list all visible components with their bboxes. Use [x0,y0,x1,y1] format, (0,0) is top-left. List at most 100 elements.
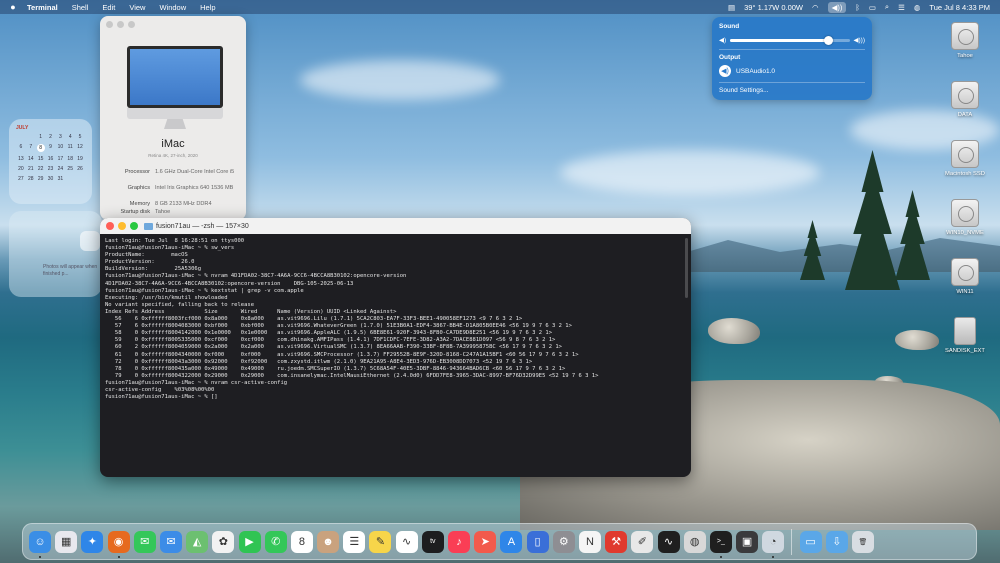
contacts-icon[interactable]: ☻ [317,530,340,553]
menu-view[interactable]: View [122,3,152,12]
terminal-line: Executing: /usr/bin/kmutil showloaded [105,294,228,301]
terminal-icon[interactable]: >_ [709,530,732,558]
menu-edit[interactable]: Edit [95,3,122,12]
terminal-line: fusion71au@fusion71aus-iMac ~ % nvram 4D… [105,273,407,280]
spec-processor: Processor 1.6 GHz Dual-Core Intel Core i5 [124,169,235,175]
close-button[interactable] [106,21,113,28]
imac-chin [127,108,223,119]
reminders-icon[interactable]: ☰ [343,530,366,553]
output-device-row[interactable]: ◀) USBAudio1.0 [719,65,865,77]
volume-slider-row: ◀) ◀))) [719,35,866,45]
calendar-day: 16 [47,156,54,162]
drive-label: WIN10_NVME [946,230,984,236]
appstore-icon[interactable]: A [500,530,523,553]
calendar-day: 4 [68,134,72,140]
hard-drive-icon [951,199,979,227]
minimize-button[interactable] [118,222,126,230]
drive-macintosh-ssd[interactable]: Macintosh SSD [935,140,995,177]
sensor-readout[interactable]: 39° 1.17W 0.00W [744,3,803,12]
news-icon[interactable]: ➤ [474,530,497,553]
firefox-icon[interactable]: ◉ [107,530,130,558]
notes-icon[interactable]: ✎ [369,530,392,553]
calendar-day [26,134,36,140]
calendar-day: 26 [77,166,83,172]
drive-data[interactable]: DATA [935,81,995,118]
terminal-line: fusion71au@fusion71aus-iMac ~ % sw_vers [105,245,235,252]
calendar-widget[interactable]: JULY 1 2 3 4 5 6 7 8 9 10 11 12 13 14 15 16 17 18 19 20 21 22… [9,119,92,204]
clock[interactable]: Tue Jul 8 4:33 PM [929,3,990,12]
script-editor-icon[interactable]: ✐ [631,530,654,553]
scrollbar[interactable] [685,238,688,298]
calendar-day: 30 [47,176,54,182]
mail-icon[interactable]: ✉ [159,530,182,553]
instruments-icon[interactable]: ⚒ [605,530,628,553]
calendar-day: 13 [18,156,24,162]
trash-icon[interactable]: 🗑 [852,530,874,553]
finder-icon[interactable]: ☺ [29,530,51,558]
apple-menu-icon[interactable]: ● [6,2,20,12]
disk-utility-icon[interactable]: ◍ [683,530,706,553]
tv-icon[interactable]: tv [421,530,444,553]
photos-widget[interactable]: Photos will appear when finished p... [9,211,102,297]
sensor-readout-icon[interactable]: ▤ [728,3,735,12]
terminal-line: 79 0 0xffffff8004322000 0x29000 0x29000 … [105,372,599,379]
menu-app-name[interactable]: Terminal [20,3,65,12]
system-info-icon[interactable]: ▣ [736,530,759,553]
terminal-output[interactable]: Last login: Tue Jul 8 16:28:51 on ttys00… [100,234,691,405]
rock [895,330,939,350]
news-app-icon[interactable]: N [578,530,601,553]
phone-icon[interactable]: ✆ [264,530,287,553]
speaker-icon: ◀) [719,65,731,77]
calendar-day: 18 [67,156,73,162]
menu-help[interactable]: Help [193,3,222,12]
messages-icon[interactable]: ✉ [133,530,156,553]
drive-label: Macintosh SSD [945,171,985,177]
maps-icon[interactable]: ◭ [186,530,209,553]
drive-tahoe[interactable]: Tahoe [935,22,995,59]
activity-monitor-icon[interactable]: ∿ [657,530,680,553]
search-icon[interactable]: ⌕ [885,2,889,12]
zoom-button[interactable] [128,21,135,28]
freeform-icon[interactable]: ∿ [395,530,418,553]
menu-shell[interactable]: Shell [65,3,96,12]
wifi-icon[interactable]: ◠ [812,3,819,12]
menu-window[interactable]: Window [152,3,193,12]
volume-high-icon: ◀))) [853,37,866,44]
mac-model-name: iMac [161,138,185,150]
calendar-day: 25 [67,166,73,172]
calendar-day: 17 [57,156,64,162]
calendar-day: 3 [58,134,62,140]
drive-sandisk-ext[interactable]: SANDISK_EXT [935,317,995,354]
folder-icon[interactable]: ▭ [799,530,822,553]
bluetooth-icon[interactable]: ᛒ [855,3,860,12]
user-icon[interactable]: ◍ [914,3,921,12]
calendar-day: 8 [36,144,46,152]
sound-menu-icon[interactable]: ◀)) [827,1,847,13]
system-settings-icon[interactable]: ⚙ [552,530,575,553]
calendar-day: 11 [67,144,73,150]
close-button[interactable] [106,222,114,230]
drive-win11[interactable]: WIN11 [935,258,995,295]
terminal-window: fusion71au — -zsh — 157×30 Last login: T… [100,218,691,477]
zoom-button[interactable] [130,222,138,230]
downloads-folder-icon[interactable]: ⇩ [825,530,848,553]
sound-settings-link[interactable]: Sound Settings... [719,87,865,94]
control-center-icon[interactable]: ☰ [898,3,905,12]
external-drive-icon [954,317,976,345]
battery-icon[interactable]: ▭ [869,3,876,12]
terminal-line: 60 2 0xffffff8004059000 0x2a000 0x2a000 … [105,344,562,351]
launchpad-icon[interactable]: ▦ [55,530,78,553]
facetime-icon[interactable]: ▶ [238,530,261,553]
music-icon[interactable]: ♪ [448,530,470,553]
volume-slider-knob[interactable] [824,35,834,45]
about-mac-icon[interactable]: ◔ [762,530,785,558]
terminal-titlebar[interactable]: fusion71au — -zsh — 157×30 [100,218,691,234]
minimize-button[interactable] [117,21,124,28]
iphone-mirroring-icon[interactable]: ▯ [526,530,549,553]
drive-win10-nvme[interactable]: WIN10_NVME [935,199,995,236]
calendar-icon[interactable]: 8 [290,530,313,553]
safari-icon[interactable]: ✦ [81,530,104,553]
calendar-day [75,176,85,182]
photos-icon[interactable]: ✿ [212,530,235,553]
volume-slider[interactable] [730,35,850,45]
